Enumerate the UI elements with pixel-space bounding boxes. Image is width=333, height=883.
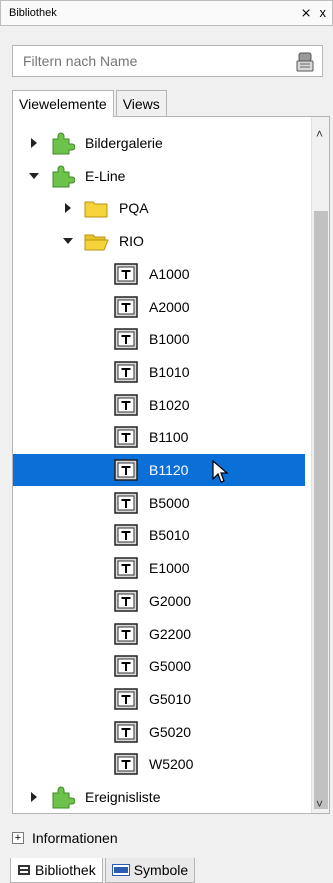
panel-titlebar: Bibliothek ⨯ x bbox=[0, 0, 333, 26]
tree-item-label: B5010 bbox=[149, 527, 190, 544]
t-element-icon bbox=[114, 393, 138, 416]
tree-item-label: RIO bbox=[119, 233, 144, 250]
tree-item-label: E1000 bbox=[149, 560, 190, 577]
t-element-icon bbox=[114, 655, 138, 677]
t-element-icon bbox=[114, 361, 138, 383]
tree-item-label: B1000 bbox=[149, 331, 190, 348]
t-element-icon bbox=[114, 720, 138, 743]
tree-node-item[interactable]: PQA bbox=[13, 192, 305, 224]
tree-leaf-item[interactable]: B1100 bbox=[13, 421, 305, 453]
puzzle-icon bbox=[52, 165, 75, 188]
scroll-up-icon[interactable]: ˄ bbox=[316, 127, 323, 141]
tree-item-label: PQA bbox=[119, 200, 149, 217]
titlebar-tools: ⨯ x bbox=[301, 5, 326, 21]
tree-leaf-item[interactable]: G2000 bbox=[13, 585, 305, 617]
clear-filter-icon[interactable] bbox=[296, 51, 316, 73]
bottom-tab-symbole[interactable]: Symbole bbox=[104, 858, 196, 883]
t-element-icon bbox=[114, 688, 138, 710]
tree-item-label: E-Line bbox=[85, 167, 126, 184]
expand-arrow-down-icon[interactable] bbox=[29, 172, 39, 179]
pin-icon[interactable]: ⨯ bbox=[301, 5, 312, 21]
folder-icon bbox=[84, 201, 108, 218]
tree-item-label: B1020 bbox=[149, 396, 190, 413]
tree-leaf-item[interactable]: G2200 bbox=[13, 618, 305, 650]
t-element-icon bbox=[114, 753, 138, 776]
expand-arrow-right-icon[interactable] bbox=[65, 203, 71, 214]
t-element-icon bbox=[114, 295, 138, 318]
t-element-icon bbox=[114, 328, 138, 350]
filter-input[interactable] bbox=[21, 52, 291, 70]
bottom-tab-strip: Bibliothek Symbole bbox=[10, 858, 197, 883]
tree-leaf-item[interactable]: B1010 bbox=[13, 356, 305, 388]
expand-arrow-down-icon[interactable] bbox=[63, 238, 73, 245]
tree-leaf-item[interactable]: G5020 bbox=[13, 716, 305, 748]
puzzle-icon bbox=[52, 786, 75, 809]
t-element-icon bbox=[114, 590, 138, 612]
tree-leaf-item[interactable]: E1000 bbox=[13, 552, 305, 584]
t-element-icon bbox=[114, 491, 138, 514]
tab-strip: Viewelemente Views bbox=[12, 90, 169, 117]
t-element-icon bbox=[114, 263, 138, 285]
tree-leaf-item[interactable]: B5010 bbox=[13, 519, 305, 551]
tree-leaf-item[interactable]: G5000 bbox=[13, 650, 305, 682]
mouse-cursor-icon bbox=[212, 460, 229, 483]
tree-item-label: G2000 bbox=[149, 592, 192, 609]
library-icon bbox=[18, 865, 30, 875]
tree-node-item[interactable]: Bildergalerie bbox=[13, 127, 305, 159]
tree-leaf-item[interactable]: B1120 bbox=[13, 454, 305, 486]
tree-item-label: A1000 bbox=[149, 265, 190, 282]
t-element-icon bbox=[114, 557, 138, 579]
tree-item-label: Ereignisliste bbox=[85, 789, 161, 805]
t-element-icon bbox=[114, 622, 138, 645]
tree-item-label: B1120 bbox=[149, 462, 189, 478]
puzzle-icon bbox=[52, 132, 75, 155]
bottom-tab-bibliothek-label: Bibliothek bbox=[35, 862, 96, 878]
bottom-tab-symbole-label: Symbole bbox=[133, 862, 189, 878]
folder-open-icon bbox=[84, 234, 109, 251]
tree-leaf-item[interactable]: W5200 bbox=[13, 748, 305, 780]
t-element-icon bbox=[114, 524, 138, 547]
tree-item-label: B1010 bbox=[149, 363, 190, 380]
tab-viewelemente[interactable]: Viewelemente bbox=[12, 90, 114, 117]
tree-item-label: G5010 bbox=[149, 690, 192, 707]
t-element-icon bbox=[114, 459, 138, 481]
tree-leaf-item[interactable]: B1000 bbox=[13, 323, 305, 355]
tree-leaf-item[interactable]: A2000 bbox=[13, 291, 305, 323]
tree-node-item[interactable]: Ereignisliste bbox=[13, 781, 305, 813]
expand-arrow-right-icon[interactable] bbox=[31, 138, 37, 148]
tree-node-item[interactable]: E-Line bbox=[13, 160, 305, 192]
tree-leaf-item[interactable]: B5000 bbox=[13, 487, 305, 519]
filter-box[interactable] bbox=[12, 45, 323, 77]
tree-item-label: B1100 bbox=[149, 429, 189, 446]
expand-arrow-right-icon[interactable] bbox=[31, 792, 37, 802]
info-panel-label: Informationen bbox=[32, 830, 118, 846]
info-panel-header[interactable]: + Informationen bbox=[12, 826, 330, 850]
symbols-icon bbox=[111, 864, 130, 876]
close-icon[interactable]: x bbox=[320, 5, 327, 21]
panel-title: Bibliothek bbox=[9, 7, 57, 19]
tree-leaf-item[interactable]: G5010 bbox=[13, 683, 305, 715]
tree-item-label: G5020 bbox=[149, 723, 192, 740]
library-tree[interactable]: ˄ ˅ Bildergalerie E-Line PQA RIO A1000 A2000 B… bbox=[12, 116, 330, 814]
bottom-tab-bibliothek[interactable]: Bibliothek bbox=[10, 858, 103, 883]
tree-item-label: A2000 bbox=[149, 298, 190, 315]
tree-node-item[interactable]: RIO bbox=[13, 225, 305, 257]
tab-views[interactable]: Views bbox=[115, 90, 167, 116]
vertical-scrollbar[interactable]: ˄ ˅ bbox=[311, 117, 329, 813]
scroll-down-icon[interactable]: ˅ bbox=[316, 797, 323, 811]
tree-item-label: W5200 bbox=[149, 756, 194, 773]
tree-item-label: G5000 bbox=[149, 658, 192, 675]
tree-leaf-item[interactable]: A1000 bbox=[13, 258, 305, 290]
tree-leaf-item[interactable]: B1020 bbox=[13, 389, 305, 421]
expand-plus-icon[interactable]: + bbox=[12, 832, 24, 844]
scrollbar-thumb[interactable] bbox=[314, 211, 328, 809]
tree-item-label: G2200 bbox=[149, 625, 192, 642]
t-element-icon bbox=[114, 426, 138, 449]
tree-item-label: Bildergalerie bbox=[85, 135, 163, 151]
tree-item-label: B5000 bbox=[149, 494, 190, 511]
